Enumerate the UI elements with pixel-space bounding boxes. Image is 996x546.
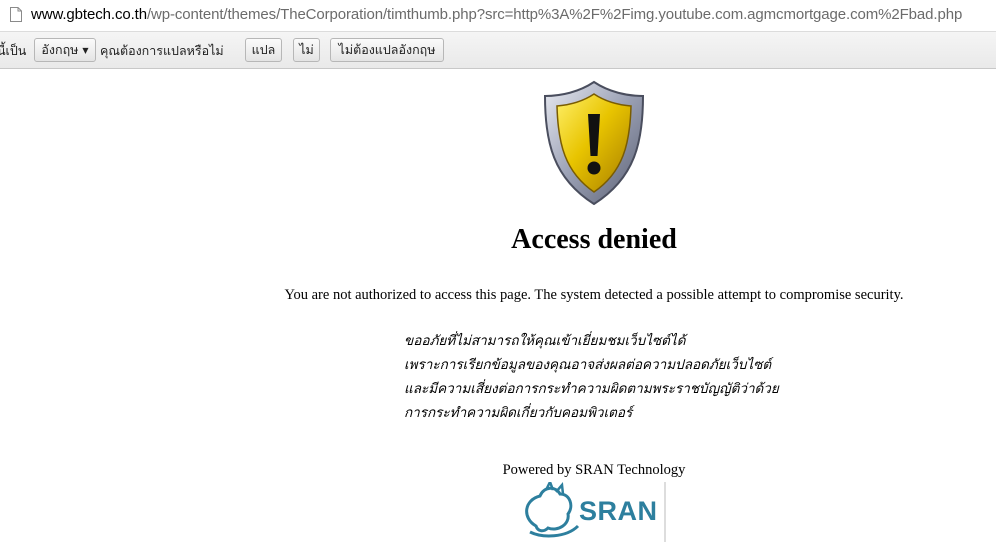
chevron-down-icon: ▼	[82, 46, 89, 55]
powered-by-text: Powered by SRAN Technology	[502, 462, 686, 478]
language-select-label: อังกฤษ	[41, 42, 79, 57]
language-select[interactable]: อังกฤษ ▼	[34, 38, 96, 62]
url-path: /wp-content/themes/TheCorporation/timthu…	[146, 6, 963, 23]
no-button[interactable]: ไม่	[293, 38, 320, 62]
sran-logo: SRAN	[522, 478, 666, 542]
thai-notice-line: ขออภัยที่ไม่สามารถให้คุณเข้าเยี่ยมชมเว็บ…	[404, 333, 686, 349]
warning-shield-icon	[543, 80, 645, 206]
thai-notice: ขออภัยที่ไม่สามารถให้คุณเข้าเยี่ยมชมเว็บ…	[404, 329, 779, 425]
address-bar[interactable]: www.gbtech.co.th/wp-content/themes/TheCo…	[0, 0, 996, 32]
translate-question: คุณต้องการแปลหรือไม่	[100, 43, 224, 58]
access-denied-message: You are not authorized to access this pa…	[284, 287, 904, 303]
sran-logo-text: SRAN	[579, 496, 658, 526]
page-content: Access denied You are not authorized to …	[0, 69, 996, 542]
translate-bar: นี้เป็น อังกฤษ ▼ คุณต้องการแปลหรือไม่ แปล…	[0, 32, 996, 69]
thai-notice-line: และมีความเสี่ยงต่อการกระทำความผิดตามพระร…	[404, 381, 779, 397]
url-host: www.gbtech.co.th	[31, 6, 147, 23]
thai-notice-line: เพราะการเรียกข้อมูลของคุณอาจส่งผลต่อความ…	[404, 357, 772, 373]
page-title: Access denied	[511, 224, 677, 255]
translate-button[interactable]: แปล	[245, 38, 282, 62]
document-icon	[10, 7, 22, 22]
translate-prefix: นี้เป็น	[0, 43, 27, 58]
url-text[interactable]: www.gbtech.co.th/wp-content/themes/TheCo…	[31, 6, 962, 23]
thai-notice-line: การกระทำความผิดเกี่ยวกับคอมพิวเตอร์	[404, 405, 633, 421]
never-translate-button[interactable]: ไม่ต้องแปลอังกฤษ	[330, 38, 444, 62]
